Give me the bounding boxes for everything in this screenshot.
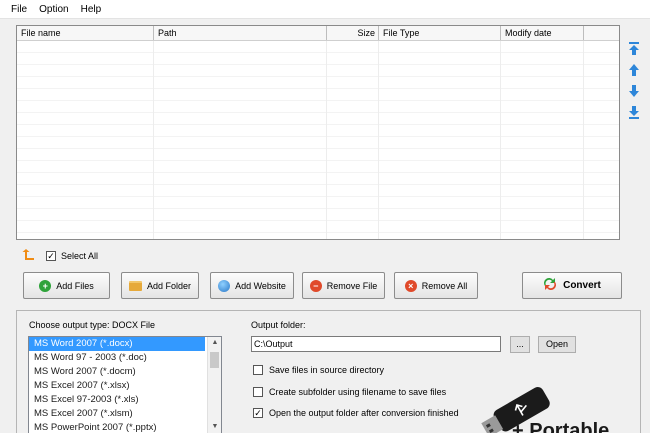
scroll-up-icon[interactable]: ▲ xyxy=(208,337,221,349)
remove-file-label: Remove File xyxy=(326,280,378,291)
browse-button[interactable]: ... xyxy=(510,336,530,353)
output-type-option[interactable]: MS Word 97 - 2003 (*.doc) xyxy=(29,351,205,365)
file-list-header: File name Path Size File Type Modify dat… xyxy=(17,26,619,41)
column-file-name[interactable]: File name xyxy=(17,26,154,40)
remove-all-button[interactable]: × Remove All xyxy=(394,272,478,299)
file-list[interactable]: File name Path Size File Type Modify dat… xyxy=(16,25,620,240)
globe-icon xyxy=(218,279,231,292)
output-type-option[interactable]: MS PowerPoint 2007 (*.pptx) xyxy=(29,421,205,433)
column-modify-date[interactable]: Modify date xyxy=(501,26,584,40)
minus-icon: − xyxy=(309,279,322,292)
remove-file-button[interactable]: − Remove File xyxy=(302,272,385,299)
option-create-subfolder[interactable]: Create subfolder using filename to save … xyxy=(253,387,446,397)
output-type-option[interactable]: MS Excel 97-2003 (*.xls) xyxy=(29,393,205,407)
option-save-in-source[interactable]: Save files in source directory xyxy=(253,365,384,375)
open-button[interactable]: Open xyxy=(538,336,576,353)
select-all-row: ✓ Select All xyxy=(22,248,99,264)
option-open-after[interactable]: ✓ Open the output folder after conversio… xyxy=(253,408,459,418)
file-list-body[interactable] xyxy=(17,41,619,239)
save-in-source-label: Save files in source directory xyxy=(269,365,385,375)
menu-bar: File Option Help xyxy=(0,0,650,19)
scroll-down-icon[interactable]: ▼ xyxy=(208,421,221,433)
save-in-source-checkbox[interactable] xyxy=(253,365,263,375)
scroll-thumb[interactable] xyxy=(210,352,219,368)
add-website-label: Add Website xyxy=(235,280,286,291)
folder-icon xyxy=(128,280,142,291)
output-type-label: Choose output type: DOCX File xyxy=(29,320,156,330)
output-folder-input[interactable]: C:\Output xyxy=(251,336,501,352)
move-bottom-icon[interactable] xyxy=(627,105,641,121)
output-folder-label: Output folder: xyxy=(251,320,306,330)
remove-all-label: Remove All xyxy=(421,280,468,291)
add-files-label: Add Files xyxy=(56,280,94,291)
select-all-checkbox[interactable]: ✓ xyxy=(46,251,56,261)
output-type-option[interactable]: MS Word 2007 (*.docx) xyxy=(29,337,205,351)
column-file-type[interactable]: File Type xyxy=(379,26,501,40)
add-folder-label: Add Folder xyxy=(146,280,192,291)
output-type-option[interactable]: MS Word 2007 (*.docm) xyxy=(29,365,205,379)
column-size[interactable]: Size xyxy=(327,26,379,40)
column-extra xyxy=(584,26,619,40)
move-top-icon[interactable] xyxy=(627,42,641,58)
select-all-label: Select All xyxy=(61,251,99,261)
menu-help[interactable]: Help xyxy=(76,4,109,15)
output-type-option[interactable]: MS Excel 2007 (*.xlsx) xyxy=(29,379,205,393)
move-up-icon[interactable] xyxy=(627,63,641,79)
close-icon: × xyxy=(404,279,417,292)
add-website-button[interactable]: Add Website xyxy=(210,272,294,299)
add-icon: + xyxy=(39,279,52,292)
add-files-button[interactable]: + Add Files xyxy=(23,272,110,299)
open-after-label: Open the output folder after conversion … xyxy=(269,408,459,418)
move-buttons xyxy=(627,42,641,126)
output-type-list[interactable]: MS Word 2007 (*.docx) MS Word 97 - 2003 … xyxy=(28,336,222,433)
menu-file[interactable]: File xyxy=(6,4,34,15)
convert-button[interactable]: Convert xyxy=(522,272,622,299)
create-subfolder-label: Create subfolder using filename to save … xyxy=(269,387,447,397)
create-subfolder-checkbox[interactable] xyxy=(253,387,263,397)
open-after-checkbox[interactable]: ✓ xyxy=(253,408,263,418)
go-up-icon[interactable] xyxy=(22,248,34,264)
convert-icon xyxy=(543,277,557,294)
move-down-icon[interactable] xyxy=(627,84,641,100)
convert-label: Convert xyxy=(563,280,601,291)
column-path[interactable]: Path xyxy=(154,26,327,40)
output-type-option[interactable]: MS Excel 2007 (*.xlsm) xyxy=(29,407,205,421)
output-type-scrollbar[interactable]: ▲ ▼ xyxy=(207,337,221,433)
menu-option[interactable]: Option xyxy=(34,4,75,15)
portable-watermark: + Portable xyxy=(512,420,610,433)
add-folder-button[interactable]: Add Folder xyxy=(121,272,199,299)
